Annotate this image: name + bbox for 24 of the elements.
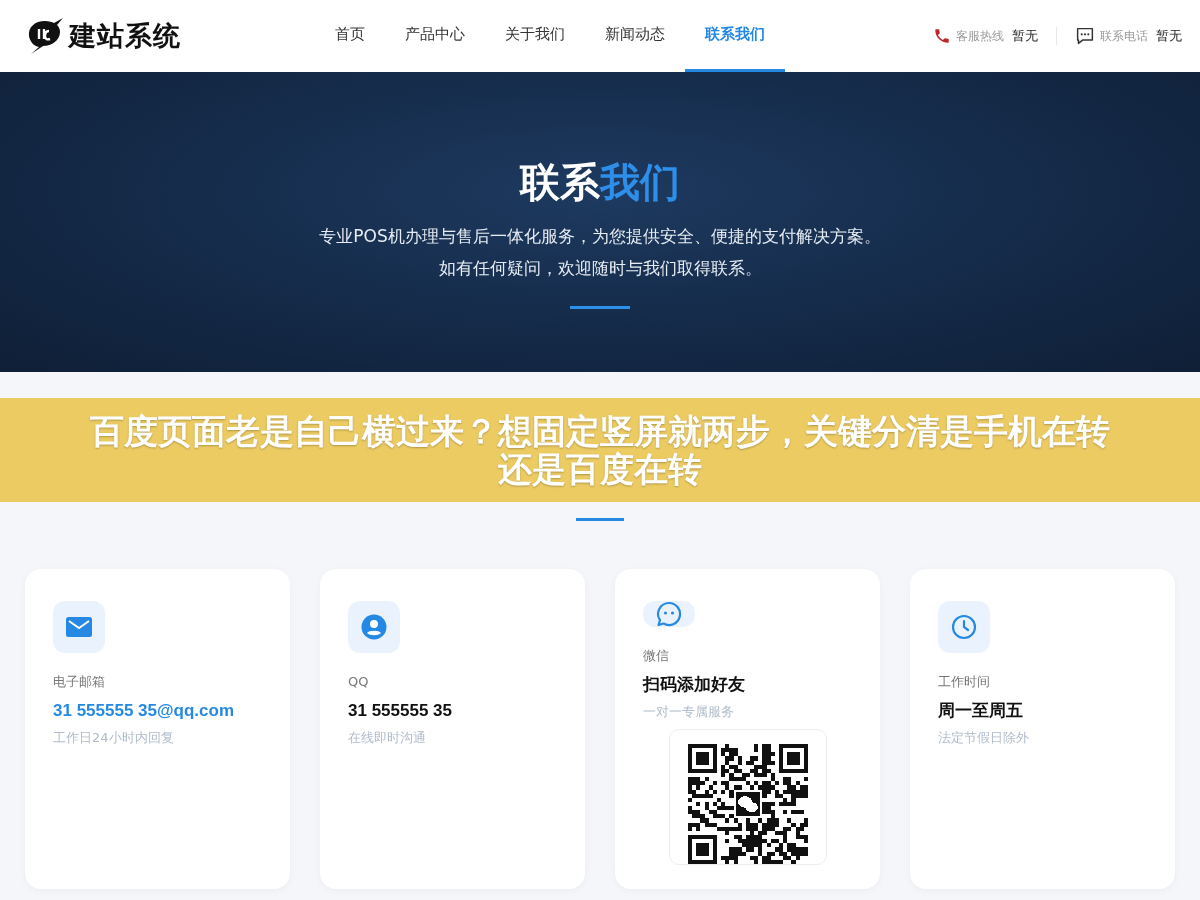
- card-label: 微信: [643, 647, 669, 665]
- card-value: 31 555555 35: [348, 700, 452, 722]
- card-note: 工作日24小时内回复: [53, 729, 174, 747]
- card-value: 周一至周五: [938, 700, 1023, 722]
- nav-link[interactable]: 首页: [315, 0, 385, 72]
- contact-label: 客服热线: [956, 27, 1004, 45]
- card-value: 扫码添加好友: [643, 674, 745, 696]
- overlay-title: 百度页面老是自己横过来？想固定竖屏就两步，关键分清是手机在转还是百度在转: [89, 412, 1111, 488]
- intro-text: 如有任何疑问，欢迎随时与我们取得联系。: [438, 257, 762, 280]
- intro-text: 专业POS机办理与售后一体化服务，为您提供安全、便捷的支付解决方案。: [319, 225, 881, 248]
- card-label: 电子邮箱: [53, 673, 105, 691]
- contact-label: 联系电话: [1100, 27, 1148, 45]
- page-title: 联系我们: [520, 158, 680, 206]
- card-note: 在线即时沟通: [348, 729, 426, 747]
- nav-link[interactable]: 新闻动态: [585, 0, 685, 72]
- nav-link[interactable]: 关于我们: [485, 0, 585, 72]
- contact-value: 暂无: [1012, 27, 1038, 45]
- email-link[interactable]: 31 555555 35@qq.com: [53, 700, 234, 722]
- card-label: QQ: [348, 673, 369, 691]
- card-label: 工作时间: [938, 673, 990, 691]
- card-note: 法定节假日除外: [938, 729, 1029, 747]
- contact-value: 暂无: [1156, 27, 1182, 45]
- nav-link[interactable]: 产品中心: [385, 0, 485, 72]
- logo-text: 建站系统: [69, 19, 181, 53]
